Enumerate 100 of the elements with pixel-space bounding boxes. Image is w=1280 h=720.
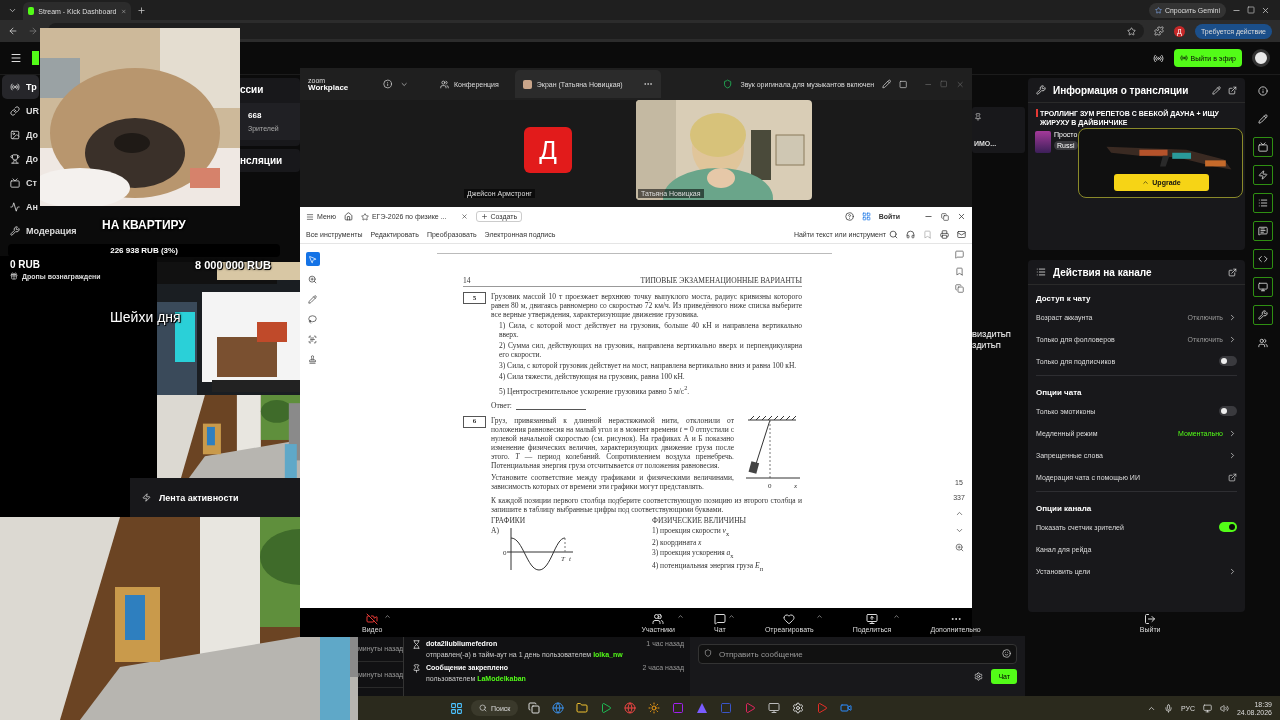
- viewer-count: 668: [248, 111, 263, 120]
- app-glyph-icon: [768, 702, 781, 714]
- settings-icon[interactable]: [974, 672, 984, 681]
- close-icon[interactable]: [1261, 5, 1270, 15]
- restore-icon[interactable]: [941, 212, 949, 221]
- chat-button[interactable]: [1252, 221, 1273, 241]
- layout-icon[interactable]: [899, 79, 908, 89]
- scan-text-tool[interactable]: [305, 332, 320, 346]
- display-icon[interactable]: [1202, 703, 1212, 713]
- monitor-icon: [1257, 282, 1268, 292]
- app-icon[interactable]: [574, 700, 591, 716]
- goal-bar: 226 938 RUB (3%): [8, 244, 280, 257]
- sidebar-item[interactable]: Ст: [2, 171, 39, 195]
- app-icon[interactable]: [550, 700, 567, 716]
- app-icon[interactable]: [766, 700, 783, 716]
- edit-icon[interactable]: [1212, 85, 1221, 95]
- select-tool[interactable]: [305, 252, 320, 266]
- code-icon: [1257, 254, 1268, 264]
- back-icon[interactable]: [8, 26, 18, 36]
- volume-icon[interactable]: [1219, 703, 1229, 713]
- app-glyph-icon: [696, 702, 709, 714]
- read-aloud-icon[interactable]: [906, 230, 915, 239]
- code-button[interactable]: [1252, 249, 1273, 269]
- bookmark-icon[interactable]: [954, 267, 964, 276]
- list-button[interactable]: [1252, 193, 1273, 213]
- page-down-icon[interactable]: [954, 526, 964, 535]
- zoom-icon: [308, 274, 317, 284]
- caret-icon[interactable]: [815, 612, 823, 620]
- windows-start-icon[interactable]: [450, 701, 463, 715]
- heart-icon[interactable]: [783, 612, 796, 625]
- sidebar-item[interactable]: Модерация: [2, 219, 79, 243]
- extensions-icon[interactable]: [1154, 26, 1164, 36]
- caret-icon[interactable]: [727, 612, 735, 620]
- sidebar-item[interactable]: До: [2, 147, 41, 171]
- chat-icon: [1257, 226, 1268, 236]
- page-up-icon[interactable]: [954, 509, 964, 518]
- toggle-switch[interactable]: [1219, 522, 1237, 532]
- caret-icon[interactable]: [893, 612, 901, 620]
- users-icon[interactable]: [652, 612, 665, 625]
- app-glyph-icon: [816, 702, 829, 714]
- sidebar-item[interactable]: UR: [2, 99, 41, 123]
- panel-title: нсляции: [240, 155, 284, 166]
- user-avatar[interactable]: [1252, 49, 1270, 67]
- sidebar-item[interactable]: До: [2, 123, 41, 147]
- print-icon[interactable]: [940, 230, 949, 239]
- apps-icon[interactable]: [861, 212, 871, 221]
- live-icon[interactable]: [1152, 52, 1164, 64]
- pencil-tool[interactable]: [305, 292, 320, 306]
- upgrade-icon: [1142, 179, 1150, 186]
- wrench-icon: [1257, 310, 1268, 320]
- toggle-switch[interactable]: [1219, 356, 1237, 366]
- bookmark-star-icon[interactable]: [1127, 26, 1136, 36]
- search-icon: [479, 704, 487, 712]
- app-glyph-icon: [624, 702, 637, 714]
- emoji-icon[interactable]: [1002, 649, 1011, 658]
- chevron-icon: [1228, 566, 1237, 576]
- close-icon[interactable]: [957, 212, 966, 221]
- broadcast-icon: [1179, 54, 1188, 62]
- chat-icon[interactable]: [713, 612, 726, 625]
- annotate-icon[interactable]: [882, 79, 892, 89]
- pages-icon[interactable]: [954, 284, 964, 293]
- bolt-button[interactable]: [1252, 165, 1273, 185]
- sidebar-item[interactable]: Тр: [2, 75, 39, 99]
- caret-icon[interactable]: [676, 612, 684, 620]
- caret-icon[interactable]: [384, 612, 392, 620]
- info-icon[interactable]: [382, 79, 393, 89]
- new-tab-icon[interactable]: [137, 5, 146, 15]
- popout-icon[interactable]: [1228, 267, 1237, 277]
- home-icon[interactable]: [343, 212, 353, 221]
- chevron-icon: [1228, 334, 1237, 344]
- share-screen-icon[interactable]: [866, 612, 879, 625]
- exit-icon[interactable]: [1144, 612, 1157, 625]
- toggle-switch[interactable]: [1219, 406, 1237, 416]
- pin-icon[interactable]: [974, 113, 982, 121]
- message-field[interactable]: Отправить сообщение: [698, 644, 1017, 664]
- forward-icon[interactable]: [28, 26, 38, 36]
- menu-icon[interactable]: [10, 52, 22, 64]
- shield-icon: [704, 649, 712, 657]
- bolt-icon: [142, 493, 151, 502]
- lasso-tool[interactable]: [305, 312, 320, 326]
- app-glyph-icon: [792, 702, 805, 714]
- video-icon[interactable]: [366, 612, 379, 625]
- users-icon: [1257, 338, 1268, 348]
- help-icon[interactable]: [844, 212, 854, 221]
- app-icon[interactable]: [526, 700, 543, 716]
- popout-icon[interactable]: [1228, 85, 1237, 95]
- mail-icon[interactable]: [957, 230, 966, 239]
- app-glyph-icon: [552, 702, 565, 714]
- pencil-icon: [308, 294, 317, 304]
- nav-icon: [10, 154, 20, 164]
- wrench-button[interactable]: [1252, 305, 1273, 325]
- mic-icon[interactable]: [1163, 703, 1173, 713]
- zoom-in-icon[interactable]: [954, 543, 964, 552]
- app-glyph-icon: [528, 702, 541, 714]
- app-icon[interactable]: [622, 700, 639, 716]
- sidebar-item[interactable]: Ан: [2, 195, 40, 219]
- tv-button[interactable]: [1252, 137, 1273, 157]
- comment-icon[interactable]: [954, 250, 964, 259]
- section-title: Доступ к чату: [1035, 293, 1092, 305]
- monitor-button[interactable]: [1252, 277, 1273, 297]
